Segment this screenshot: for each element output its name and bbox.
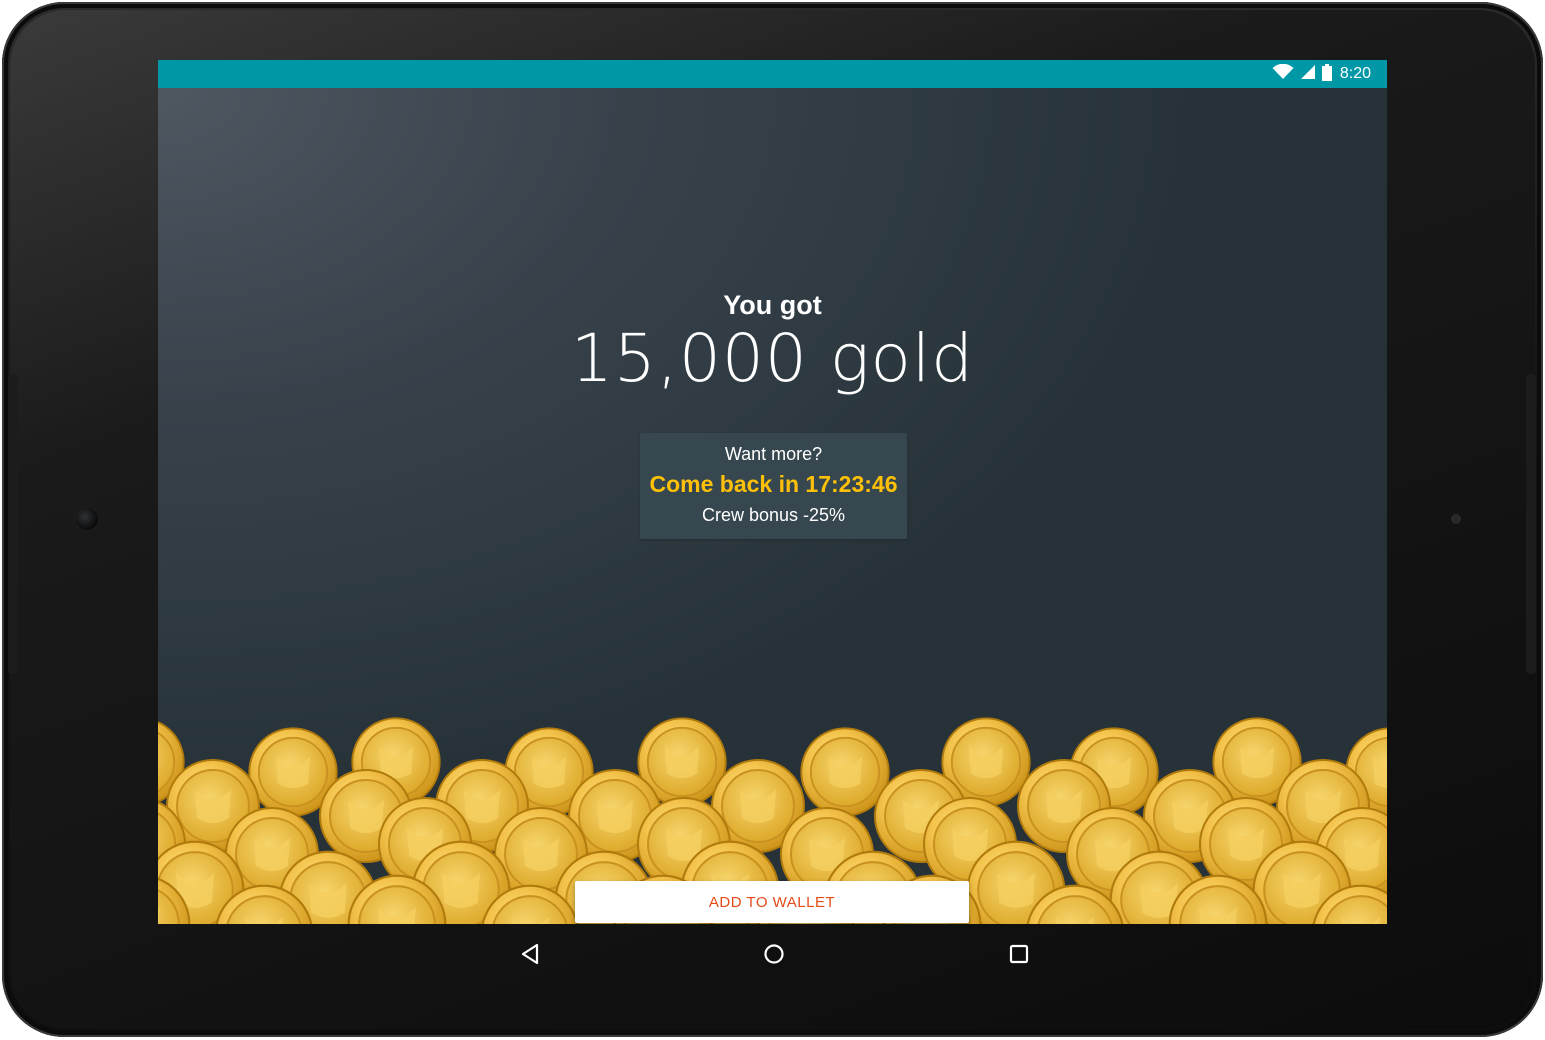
status-time: 8:20: [1339, 65, 1371, 82]
front-camera: [76, 508, 98, 530]
status-bar: 8:20: [158, 60, 1387, 88]
home-icon[interactable]: [760, 940, 788, 968]
cooldown-info-box: Want more? Come back in 17:23:46 Crew bo…: [640, 433, 907, 539]
coin: [800, 727, 890, 817]
recents-icon[interactable]: [1005, 940, 1033, 968]
battery-icon: [1321, 63, 1332, 85]
signal-icon: [1300, 64, 1316, 84]
reward-headline: You got: [723, 290, 822, 320]
status-icons: [1272, 63, 1332, 85]
front-sensor: [1451, 514, 1461, 524]
back-icon[interactable]: [516, 940, 544, 968]
crew-bonus-text: Crew bonus -25%: [701, 505, 846, 525]
navigation-bar: [158, 924, 1387, 982]
app-screen: 8:20 You got 15,000 gold Want more? Come…: [158, 60, 1387, 924]
reward-amount: 15,000 gold: [570, 320, 975, 397]
add-to-wallet-button[interactable]: ADD TO WALLET: [575, 881, 969, 923]
speaker-grille-left: [8, 374, 18, 674]
wifi-icon: [1272, 63, 1294, 84]
want-more-text: Want more?: [724, 444, 823, 464]
cooldown-timer: Come back in 17:23:46: [649, 471, 898, 497]
speaker-grille-right: [1526, 374, 1536, 674]
reward-screen: You got 15,000 gold Want more? Come back…: [158, 88, 1387, 924]
